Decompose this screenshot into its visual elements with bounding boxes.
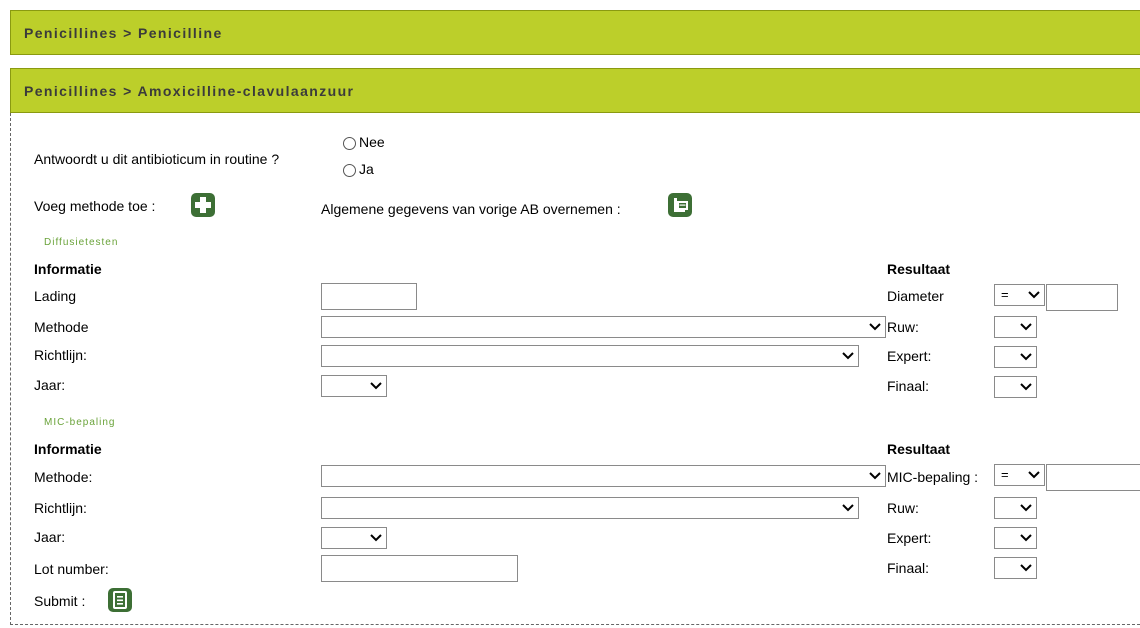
mic-expert-select[interactable] (994, 527, 1037, 549)
routine-question: Antwoordt u dit antibioticum in routine … (34, 151, 280, 167)
lot-number-input[interactable] (321, 555, 518, 582)
diffusion-info-header: Informatie (34, 261, 102, 277)
chevron-down-icon (842, 352, 854, 360)
mic-jaar-label: Jaar: (34, 529, 66, 545)
mic-result-header: Resultaat (887, 441, 951, 457)
mic-ruw-label: Ruw: (887, 500, 919, 516)
chevron-down-icon (370, 382, 382, 390)
submit-button[interactable] (108, 588, 132, 612)
chevron-down-icon (842, 504, 854, 512)
diffusion-expert-select[interactable] (994, 346, 1037, 368)
breadcrumb-amoxicilline[interactable]: Penicillines > Amoxicilline-clavulaanzuu… (10, 68, 1140, 113)
chevron-down-icon (1020, 353, 1032, 361)
chevron-down-icon (1020, 383, 1032, 391)
diameter-input[interactable] (1046, 284, 1118, 311)
mic-value-input[interactable] (1046, 464, 1140, 491)
chevron-down-icon (869, 472, 881, 480)
chevron-down-icon (1020, 323, 1032, 331)
lot-number-label: Lot number: (34, 561, 109, 577)
mic-richtlijn-label: Richtlijn: (34, 500, 87, 516)
submit-label: Submit : (34, 593, 86, 609)
diffusion-expert-label: Expert: (887, 348, 932, 364)
plus-icon (195, 197, 211, 213)
diffusion-result-header: Resultaat (887, 261, 951, 277)
lading-label: Lading (34, 288, 77, 304)
mic-section-title: MIC-bepaling (44, 417, 116, 428)
copy-previous-label: Algemene gegevens van vorige AB overneme… (321, 201, 621, 217)
radio-ja[interactable] (343, 164, 356, 177)
chevron-down-icon (1020, 564, 1032, 572)
add-method-label: Voeg methode toe : (34, 198, 156, 214)
mic-finaal-label: Finaal: (887, 560, 930, 576)
diffusion-richtlijn-select[interactable] (321, 345, 859, 367)
mic-methode-label: Methode: (34, 469, 93, 485)
chevron-down-icon (1028, 291, 1040, 299)
breadcrumb-text: Penicillines > Penicilline (24, 25, 223, 41)
diffusion-ruw-label: Ruw: (887, 319, 919, 335)
mic-operator-value: = (1001, 467, 1009, 482)
mic-expert-label: Expert: (887, 530, 932, 546)
mic-richtlijn-select[interactable] (321, 497, 859, 519)
breadcrumb-text: Penicillines > Amoxicilline-clavulaanzuu… (24, 83, 355, 99)
radio-ja-label: Ja (359, 161, 374, 177)
diffusion-jaar-label: Jaar: (34, 377, 66, 393)
mic-result-label: MIC-bepaling : (887, 469, 979, 485)
chevron-down-icon (1028, 471, 1040, 479)
mic-methode-select[interactable] (321, 465, 886, 487)
document-icon (113, 591, 127, 609)
diffusion-methode-label: Methode (34, 319, 89, 335)
mic-operator-select[interactable]: = (994, 464, 1045, 486)
diffusion-jaar-select[interactable] (321, 375, 387, 397)
chevron-down-icon (1020, 534, 1032, 542)
mic-finaal-select[interactable] (994, 557, 1037, 579)
copy-previous-button[interactable] (668, 193, 692, 217)
copy-icon (674, 198, 688, 212)
mic-jaar-select[interactable] (321, 527, 387, 549)
diameter-operator-select[interactable]: = (994, 284, 1045, 306)
chevron-down-icon (370, 534, 382, 542)
chevron-down-icon (1020, 504, 1032, 512)
diameter-operator-value: = (1001, 287, 1009, 302)
diffusion-methode-select[interactable] (321, 316, 886, 338)
diffusion-section-title: Diffusietesten (44, 237, 119, 248)
chevron-down-icon (869, 323, 881, 331)
breadcrumb-penicilline[interactable]: Penicillines > Penicilline (10, 10, 1140, 55)
diffusion-richtlijn-label: Richtlijn: (34, 347, 87, 363)
diffusion-ruw-select[interactable] (994, 316, 1037, 338)
diameter-label: Diameter (887, 288, 944, 304)
mic-ruw-select[interactable] (994, 497, 1037, 519)
lading-input[interactable] (321, 283, 417, 310)
radio-nee[interactable] (343, 137, 356, 150)
mic-info-header: Informatie (34, 441, 102, 457)
diffusion-finaal-select[interactable] (994, 376, 1037, 398)
diffusion-finaal-label: Finaal: (887, 378, 930, 394)
antibiotic-panel: Antwoordt u dit antibioticum in routine … (10, 113, 1140, 625)
radio-nee-label: Nee (359, 134, 385, 150)
add-method-button[interactable] (191, 193, 215, 217)
